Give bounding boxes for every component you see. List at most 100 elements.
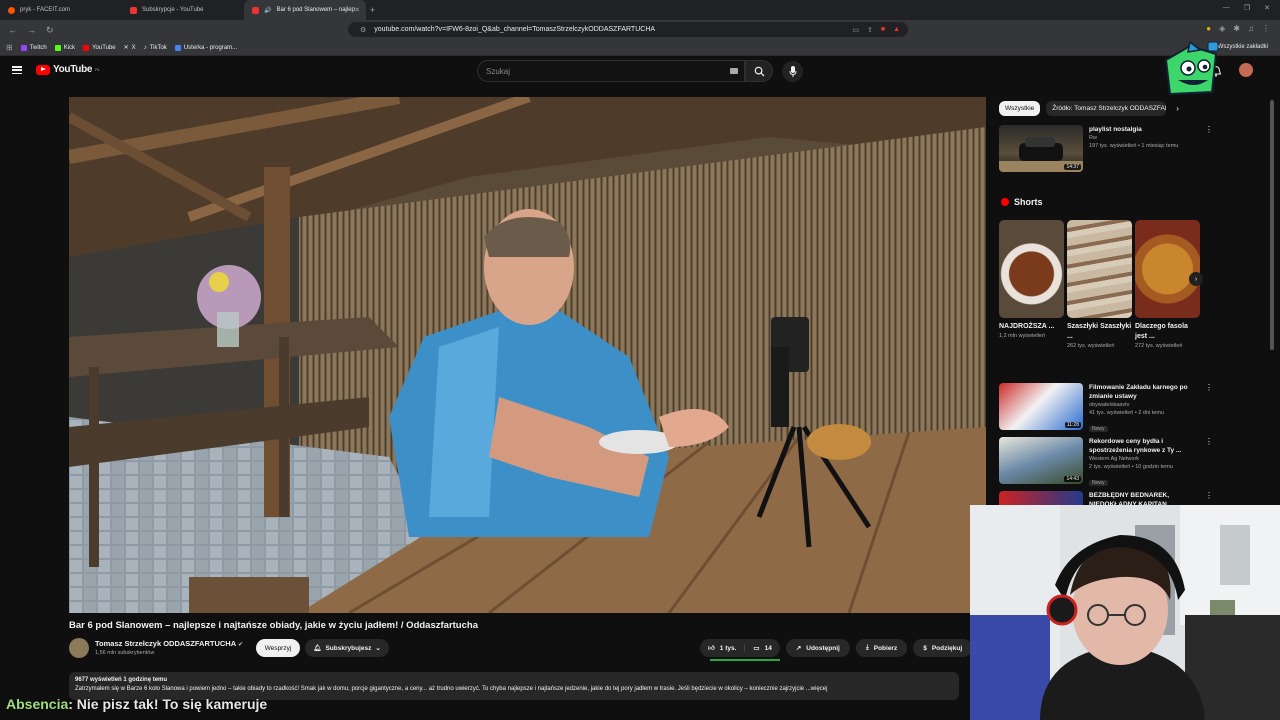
short-item[interactable]: Szaszłyki Szaszłyki ... 262 tys. wyświet… [1067,220,1132,350]
more-options-icon[interactable]: ⋮ [1205,437,1213,446]
keyboard-icon[interactable] [730,68,738,74]
chip-all[interactable]: Wszystkie [999,101,1041,116]
related-video-meta: 2 tys. wyświetleń • 10 godzin temu [1089,464,1173,470]
close-tab-icon[interactable]: ✕ [354,6,360,14]
short-views: 272 tys. wyświetleń [1135,343,1183,349]
kick-icon [54,44,61,51]
short-thumbnail[interactable] [999,220,1064,318]
voice-search-button[interactable] [782,61,803,82]
video-player[interactable] [69,97,986,613]
bookmark-tiktok[interactable]: ♪ TikTok [144,45,167,51]
comments-button[interactable]: ▭ 14 [745,644,779,653]
youtube-icon [83,44,90,51]
forward-icon[interactable]: → [27,25,36,36]
video-actions: 👍︎ 1 tys. ▭ 14 ↗ Udostępnij ⤓ Pobierz $ Podzi… [700,639,973,661]
bookmark-kick[interactable]: Kick [54,44,75,51]
tab-current-video[interactable]: 🔊 Bar 6 pod Slanowem – najlep ✕ [244,0,366,20]
video-thumbnail[interactable]: 14:37 [999,125,1083,172]
cast-icon[interactable]: ▭ [852,26,859,34]
bookmark-x[interactable]: ✕ X [123,44,136,52]
tab-subscriptions[interactable]: Subskrypcje - YouTube [122,0,244,20]
extension-icon[interactable]: ● [1206,24,1211,33]
streamer-webcam-image [970,505,1280,720]
youtube-logo[interactable]: YouTube PL [36,64,100,75]
short-views: 262 tys. wyświetleń [1067,343,1115,349]
search-input[interactable]: Szukaj [477,60,745,82]
share-icon[interactable]: ⇪ [867,26,873,34]
address-bar[interactable]: ⚙ youtube.com/watch?v=IFW6-8zoi_Q&ab_cha… [348,22,908,37]
short-item[interactable]: NAJDROŻSZA ... 1,2 mln wyświetleń [999,220,1064,350]
download-button[interactable]: ⤓ Pobierz [855,639,908,657]
extension-icon[interactable]: ◈ [1219,24,1225,33]
chip-from-channel[interactable]: Źródło: Tomasz Strzelczyk ODDASZFARTUCHA [1046,101,1167,116]
window-controls: — ❐ ✕ [1223,4,1270,12]
tiktok-icon: ♪ [143,44,147,51]
close-window-button[interactable]: ✕ [1264,4,1270,12]
menu-icon[interactable]: ⋮ [1262,24,1270,33]
media-icon[interactable]: ♫ [1248,24,1254,33]
video-duration: 11:28 [1064,422,1081,428]
comment-icon: ▭ [753,645,760,652]
short-thumbnail[interactable] [1135,220,1200,318]
short-thumbnail[interactable] [1067,220,1132,318]
short-title: Szaszłyki Szaszłyki ... [1067,323,1132,340]
extension-icon[interactable]: ■ [881,26,885,34]
chevron-right-icon[interactable]: › [1176,104,1179,113]
all-bookmarks[interactable]: Wszystkie zakładki [1218,44,1268,50]
chevron-right-icon[interactable]: › [1189,272,1203,286]
chat-text: : Nie pisz tak! To się kameruje [68,696,268,712]
support-button[interactable]: Wesprzyj [256,639,300,657]
alert-icon[interactable]: ▲ [893,26,900,34]
bookmark-usterka[interactable]: Usterka - program... [174,44,237,51]
video-thumbnail[interactable]: 14:43 [999,437,1083,484]
browser-tab-bar: pryk - FACEIT.com Subskrypcje - YouTube … [0,0,1280,20]
video-duration: 14:43 [1064,476,1081,482]
video-frame-image [69,97,986,613]
search-button[interactable] [745,60,773,82]
subscribed-button[interactable]: 🔔︎ Subskrybujesz ⌄ [305,639,389,657]
mascot-overlay-image [1164,40,1219,96]
microphone-icon [789,66,796,77]
related-video[interactable]: 14:43 Rekordowe ceny bydła i spostrzeżen… [999,437,1213,489]
share-button[interactable]: ↗ Udostępnij [785,639,850,657]
site-info-icon[interactable]: ⚙ [360,26,366,34]
like-button[interactable]: 👍︎ 1 tys. [700,644,746,652]
bookmark-youtube[interactable]: YouTube [83,44,116,51]
related-video[interactable]: 11:28 Filmowanie Zakładu karnego po zmia… [999,383,1213,435]
thanks-button[interactable]: $ Podziękuj [913,639,973,657]
share-icon: ↗ [795,645,802,652]
related-video-meta: 41 tys. wyświetleń • 2 dni temu [1089,410,1164,416]
usterka-icon [174,44,181,51]
channel-name[interactable]: Tomasz Strzelczyk ODDASZFARTUCHA ✔ [95,639,243,648]
puzzle-icon[interactable]: ✱ [1233,24,1240,33]
thumbs-up-icon: 👍︎ [708,645,715,652]
page-scrollbar[interactable] [1270,100,1274,350]
video-thumbnail[interactable]: 11:28 [999,383,1083,430]
thanks-icon: $ [923,644,927,652]
toolbar-extensions: ● ◈ ✱ ♫ ⋮ [1206,24,1270,33]
menu-icon[interactable] [12,66,22,74]
x-icon: ✕ [123,45,129,51]
account-avatar[interactable] [1239,63,1253,77]
related-video-channel: obywatelskaavtv [1089,402,1130,408]
faceit-icon [8,6,15,14]
reload-icon[interactable]: ↻ [46,25,54,36]
minimize-button[interactable]: — [1223,4,1230,12]
like-dislike-group: 👍︎ 1 tys. ▭ 14 [700,639,780,661]
back-icon[interactable]: ← [8,25,17,36]
short-title: NAJDROŻSZA ... [999,323,1055,330]
tab-faceit[interactable]: pryk - FACEIT.com [0,0,122,20]
channel-avatar[interactable] [69,638,89,658]
apps-icon[interactable]: ⊞ [6,43,13,52]
more-options-icon[interactable]: ⋮ [1205,125,1213,134]
twitch-icon [20,44,27,51]
more-options-icon[interactable]: ⋮ [1205,491,1213,500]
short-item[interactable]: Dlaczego fasola jest ... 272 tys. wyświe… [1135,220,1200,350]
related-video[interactable]: 14:37 playlist nostalgia Rw 197 tys. wyś… [999,125,1213,172]
shorts-icon [1001,198,1009,206]
more-options-icon[interactable]: ⋮ [1205,383,1213,392]
new-tab-button[interactable]: + [370,5,375,15]
bookmark-twitch[interactable]: Twitch [20,44,47,51]
related-filter-chips: Wszystkie Źródło: Tomasz Strzelczyk ODDA… [999,101,1179,116]
maximize-button[interactable]: ❐ [1244,4,1250,12]
